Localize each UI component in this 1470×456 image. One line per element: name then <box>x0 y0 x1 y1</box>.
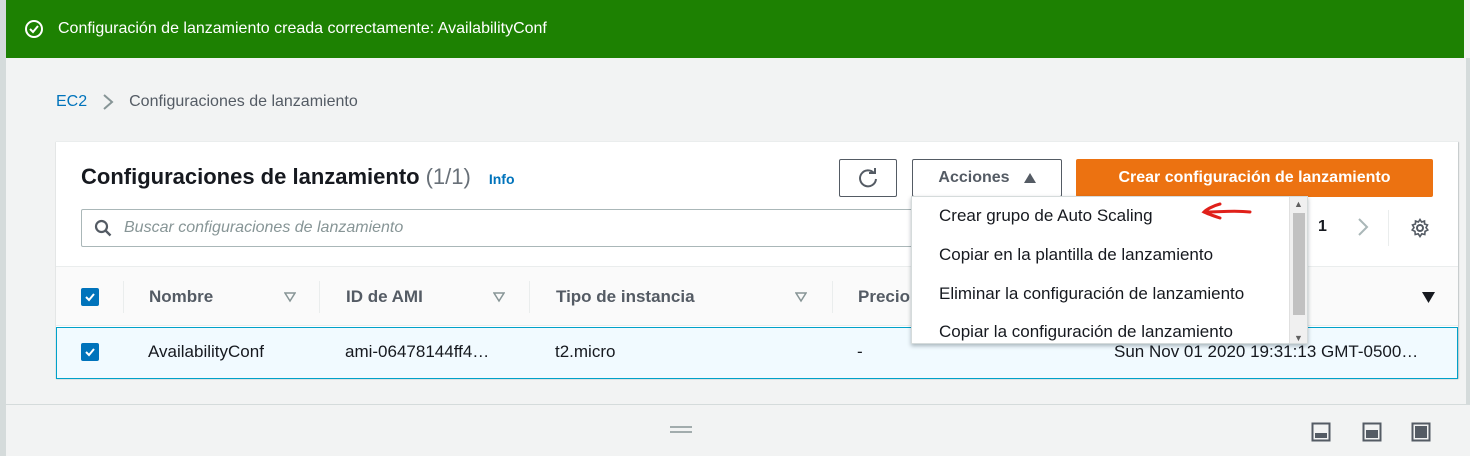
checkmark-icon <box>85 293 95 302</box>
cell-created: Sun Nov 01 2020 19:31:13 GMT-0500… <box>1114 342 1419 361</box>
breadcrumb-ec2-link[interactable]: EC2 <box>56 93 87 111</box>
row-checkbox[interactable] <box>81 343 99 361</box>
page-number[interactable]: 1 <box>1318 218 1327 236</box>
panel-header: Configuraciones de lanzamiento (1/1) Inf… <box>81 164 515 190</box>
dropdown-scrollbar[interactable]: ▲ ▼ <box>1289 197 1307 343</box>
column-header-precio[interactable]: Precio <box>858 287 910 307</box>
cell-name: AvailabilityConf <box>148 342 264 361</box>
refresh-button[interactable] <box>839 159 897 197</box>
caret-up-icon <box>1023 173 1036 183</box>
chevron-right-icon[interactable] <box>1356 216 1370 238</box>
right-scroll-edge <box>1466 58 1470 404</box>
menu-item-create-asg[interactable]: Crear grupo de Auto Scaling <box>939 206 1153 226</box>
panel-full-icon[interactable] <box>1411 422 1431 442</box>
red-arrow-annotation <box>1201 202 1252 220</box>
column-header-instance-type[interactable]: Tipo de instancia <box>556 287 695 307</box>
flash-message: Configuración de lanzamiento creada corr… <box>58 20 547 37</box>
panel-title: Configuraciones de lanzamiento <box>81 164 420 189</box>
cell-instance-type: t2.micro <box>555 342 616 361</box>
breadcrumb: EC2 Configuraciones de lanzamiento <box>56 92 358 112</box>
sort-icon[interactable] <box>493 291 505 303</box>
refresh-icon <box>859 168 877 188</box>
select-all-checkbox[interactable] <box>81 288 99 306</box>
success-flash: Configuración de lanzamiento creada corr… <box>6 0 1464 58</box>
drag-handle-icon[interactable] <box>670 426 692 434</box>
column-header-ami-id[interactable]: ID de AMI <box>346 287 423 307</box>
panel-bottom-icon[interactable] <box>1311 422 1331 442</box>
left-edge <box>0 0 6 456</box>
search-icon <box>94 219 112 237</box>
panel-side-icon[interactable] <box>1362 422 1382 442</box>
caret-down-icon[interactable] <box>1422 292 1435 303</box>
scrollbar-thumb[interactable] <box>1293 213 1305 315</box>
scroll-up-icon[interactable]: ▲ <box>1294 199 1303 209</box>
column-divider <box>832 281 833 313</box>
search-box[interactable] <box>81 209 916 247</box>
menu-item-delete-config[interactable]: Eliminar la configuración de lanzamiento <box>939 284 1244 304</box>
column-header-nombre[interactable]: Nombre <box>149 287 213 307</box>
column-divider <box>319 281 320 313</box>
scroll-down-icon[interactable]: ▼ <box>1294 333 1303 343</box>
gear-icon[interactable] <box>1410 218 1430 238</box>
actions-button[interactable]: Acciones <box>912 159 1062 197</box>
chevron-right-icon <box>103 94 114 110</box>
sort-icon[interactable] <box>795 291 807 303</box>
split-panel-bar <box>6 404 1470 456</box>
menu-item-copy-to-template[interactable]: Copiar en la plantilla de lanzamiento <box>939 245 1213 265</box>
sort-icon[interactable] <box>284 291 296 303</box>
menu-item-copy-config[interactable]: Copiar la configuración de lanzamiento <box>939 322 1233 342</box>
divider <box>1388 210 1389 246</box>
create-launch-config-button[interactable]: Crear configuración de lanzamiento <box>1076 159 1433 197</box>
search-input[interactable] <box>124 219 824 237</box>
column-divider <box>123 281 124 313</box>
checkmark-icon <box>85 348 95 357</box>
cell-ami-id: ami-06478144ff4… <box>345 342 490 361</box>
cell-price: - <box>857 342 863 361</box>
column-divider <box>529 281 530 313</box>
check-circle-icon <box>25 20 43 38</box>
info-link[interactable]: Info <box>489 171 515 187</box>
panel-count: (1/1) <box>425 164 471 189</box>
breadcrumb-current: Configuraciones de lanzamiento <box>129 93 358 110</box>
actions-label: Acciones <box>938 169 1010 186</box>
